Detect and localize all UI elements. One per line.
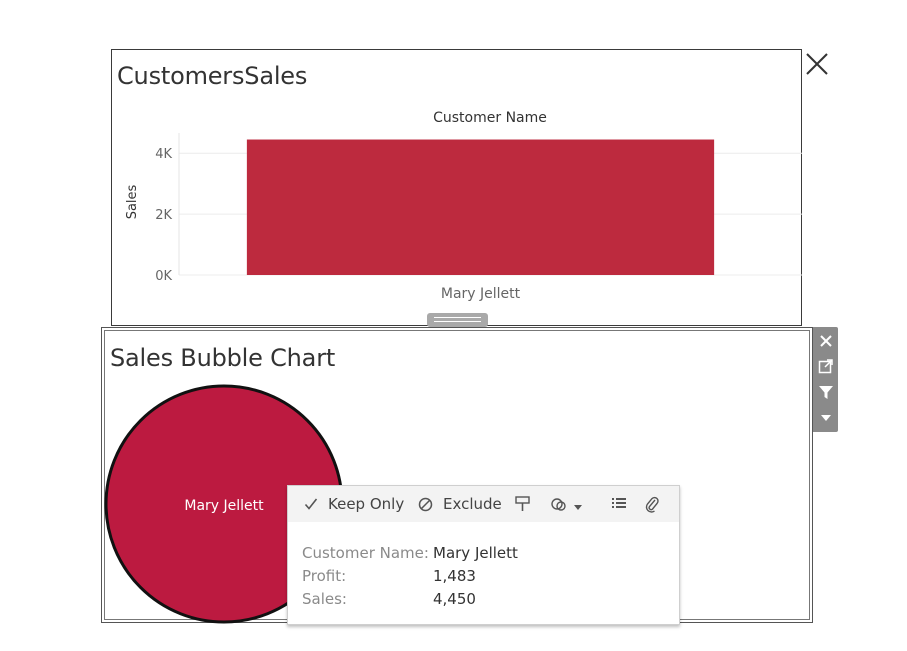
tooltip: Keep Only Exclude Customer Name: Mary Je… xyxy=(287,485,680,625)
tooltip-value: 1,483 xyxy=(433,567,476,585)
customers-sales-chart: Customer Name Sales 0K 2K 4K Mary Jellett xyxy=(125,110,802,302)
exclude-icon xyxy=(418,497,433,511)
exclude-label: Exclude xyxy=(443,495,502,513)
close-icon[interactable] xyxy=(804,51,830,77)
resize-handle[interactable] xyxy=(427,313,488,327)
bar-mary-jellett[interactable] xyxy=(246,139,715,275)
tooltip-row-profit: Profit: 1,483 xyxy=(302,565,518,588)
filter-icon[interactable] xyxy=(813,379,838,404)
tooltip-row-customer-name: Customer Name: Mary Jellett xyxy=(302,542,518,565)
x-tick-label: Mary Jellett xyxy=(441,286,521,302)
exclude-button[interactable]: Exclude xyxy=(418,486,502,522)
tooltip-row-sales: Sales: 4,450 xyxy=(302,588,518,611)
more-options-icon[interactable] xyxy=(813,405,838,430)
checkmark-icon xyxy=(304,498,318,510)
tooltip-action-bar: Keep Only Exclude xyxy=(288,486,679,522)
y-tick-label: 2K xyxy=(155,208,172,223)
attach-icon[interactable] xyxy=(645,486,659,522)
y-axis-label: Sales xyxy=(125,184,140,219)
keep-only-button[interactable]: Keep Only xyxy=(304,486,404,522)
y-tick-label: 0K xyxy=(155,269,172,284)
tooltip-value: 4,450 xyxy=(433,590,476,608)
tooltip-body: Customer Name: Mary Jellett Profit: 1,48… xyxy=(302,542,518,611)
highlight-icon[interactable] xyxy=(514,486,532,522)
tooltip-label: Sales: xyxy=(302,590,347,608)
tooltip-label: Profit: xyxy=(302,567,347,585)
tooltip-value: Mary Jellett xyxy=(433,544,518,562)
group-icon[interactable] xyxy=(550,486,582,522)
y-tick-label: 4K xyxy=(155,147,172,162)
side-toolbar xyxy=(813,327,838,432)
column-header-label: Customer Name xyxy=(433,110,547,126)
customers-sales-panel: CustomersSales Customer Name Sales 0K 2K 4… xyxy=(111,49,802,327)
open-external-icon[interactable] xyxy=(813,353,838,378)
view-data-icon[interactable] xyxy=(611,486,627,522)
keep-only-label: Keep Only xyxy=(328,495,405,513)
close-icon[interactable] xyxy=(813,328,838,353)
tooltip-label: Customer Name: xyxy=(302,544,429,562)
bubble-label: Mary Jellett xyxy=(184,498,264,514)
